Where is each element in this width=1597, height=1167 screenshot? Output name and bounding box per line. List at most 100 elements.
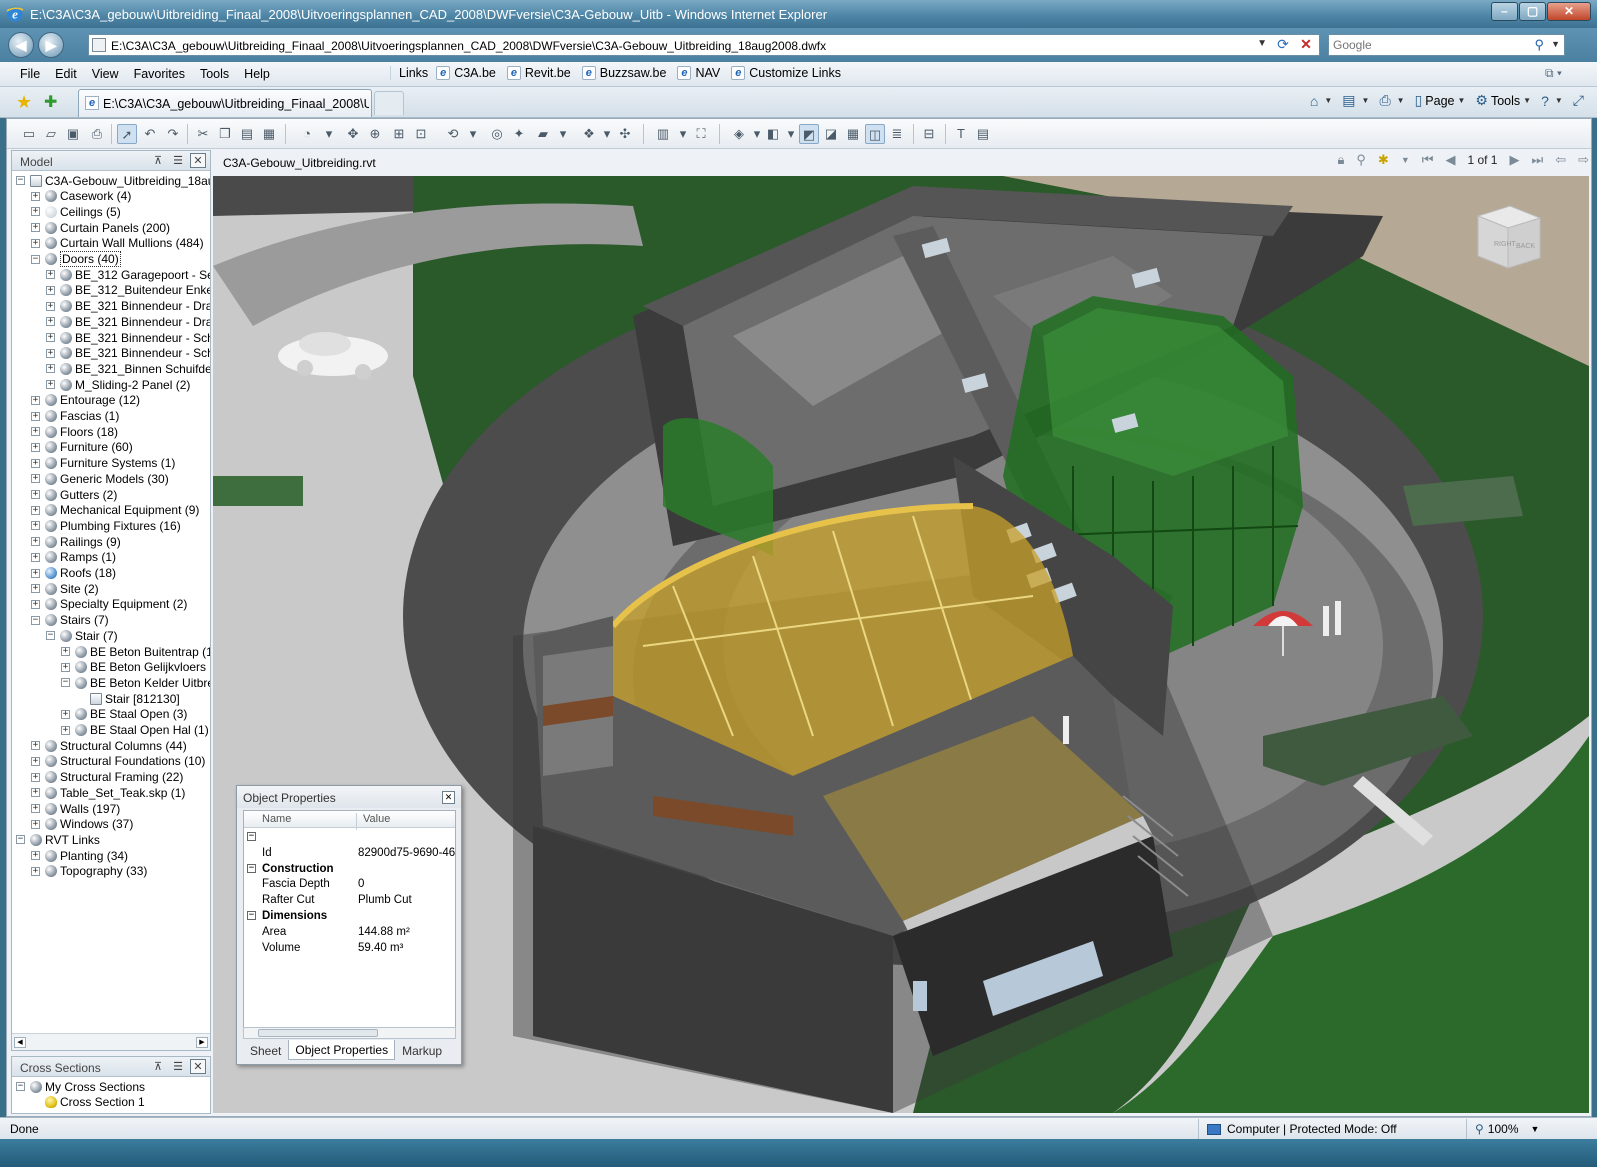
tree-node[interactable]: + BE Beton Buitentrap (1) bbox=[61, 644, 210, 659]
tab-sheet[interactable]: Sheet bbox=[243, 1040, 288, 1060]
new-tab-button[interactable] bbox=[374, 91, 404, 115]
expand-icon[interactable]: + bbox=[31, 207, 40, 217]
page-menu[interactable]: ▯ Page ▼ bbox=[1415, 92, 1466, 109]
tree-node[interactable]: + Floors (18) bbox=[31, 424, 118, 439]
search-icon[interactable]: ⚲ bbox=[1534, 37, 1544, 53]
expand-icon[interactable]: + bbox=[61, 647, 70, 656]
expand-icon[interactable]: + bbox=[46, 364, 55, 374]
tab-object-properties[interactable]: Object Properties bbox=[288, 1040, 396, 1060]
zoom-dropdown-icon[interactable]: ▼ bbox=[1531, 1124, 1540, 1134]
expand-icon[interactable]: + bbox=[31, 756, 40, 766]
tools-menu[interactable]: ⚙ Tools ▼ bbox=[1475, 92, 1531, 109]
collapse-icon[interactable]: − bbox=[31, 615, 40, 625]
menu-tools[interactable]: Tools bbox=[200, 67, 229, 81]
panel-menu-icon[interactable]: ☰ bbox=[170, 153, 186, 168]
layers-icon[interactable]: ≣ bbox=[887, 124, 907, 144]
zoom-control[interactable]: ⚲ 100% ▼ bbox=[1466, 1119, 1539, 1139]
minimize-button[interactable]: – bbox=[1491, 2, 1518, 21]
scroll-right-icon[interactable]: ▶ bbox=[196, 1037, 208, 1048]
browser-tab[interactable]: e E:\C3A\C3A_gebouw\Uitbreiding_Finaal_2… bbox=[78, 89, 372, 117]
tree-node[interactable]: + Topography (33) bbox=[31, 864, 147, 879]
tree-node[interactable]: + Curtain Wall Mullions (484) bbox=[31, 236, 204, 251]
expand-icon[interactable]: + bbox=[46, 301, 55, 311]
text-markup-icon[interactable]: T bbox=[951, 124, 971, 144]
expand-icon[interactable]: + bbox=[46, 333, 55, 342]
research-button[interactable]: ⤢ bbox=[1573, 92, 1587, 109]
tree-node[interactable]: + Structural Foundations (10) bbox=[31, 754, 205, 769]
print-button[interactable]: ⎙ ▼ bbox=[1379, 92, 1404, 109]
next-page-icon[interactable]: ▶ bbox=[1509, 152, 1519, 168]
home-button[interactable]: ⌂ ▼ bbox=[1310, 93, 1332, 109]
expand-icon[interactable]: + bbox=[31, 819, 40, 829]
properties-icon[interactable]: ▤ bbox=[973, 124, 993, 144]
next-view-icon[interactable]: ⇨ bbox=[1578, 152, 1589, 168]
feeds-button[interactable]: ▤ ▼ bbox=[1342, 92, 1369, 109]
search-input[interactable] bbox=[1333, 38, 1523, 52]
tree-node[interactable]: + Gutters (2) bbox=[31, 487, 117, 502]
address-url[interactable]: E:\C3A\C3A_gebouw\Uitbreiding_Finaal_200… bbox=[111, 39, 826, 53]
tree-node[interactable]: + Mechanical Equipment (9) bbox=[31, 503, 199, 518]
orthographic-icon[interactable]: ◪ bbox=[821, 124, 841, 144]
menu-favorites[interactable]: Favorites bbox=[134, 67, 185, 81]
move-rotate-icon[interactable]: ✣ bbox=[615, 124, 635, 144]
tree-node[interactable]: − BE Beton Kelder Uitbreiding bbox=[61, 675, 210, 690]
favorites-star-icon[interactable]: ★ bbox=[16, 92, 32, 113]
tree-node[interactable]: + Furniture Systems (1) bbox=[31, 456, 175, 471]
markup-dropdown-icon[interactable]: ▾ bbox=[319, 124, 339, 144]
perspective-icon[interactable]: ◩ bbox=[799, 124, 819, 144]
horizontal-scrollbar[interactable]: ◀ ▶ bbox=[12, 1033, 210, 1050]
expand-icon[interactable]: + bbox=[31, 788, 40, 798]
tree-node[interactable]: + Structural Columns (44) bbox=[31, 738, 187, 753]
tree-node[interactable]: + BE_321 Binnendeur - Draaiend bbox=[46, 299, 210, 314]
expand-icon[interactable]: + bbox=[46, 285, 55, 295]
measure-icon[interactable]: ⊟ bbox=[919, 124, 939, 144]
section-dropdown-icon[interactable]: ▾ bbox=[553, 124, 573, 144]
maximize-button[interactable]: ▢ bbox=[1519, 2, 1546, 21]
menu-edit[interactable]: Edit bbox=[55, 67, 77, 81]
expand-icon[interactable]: + bbox=[46, 317, 55, 327]
link-buzzsaw[interactable]: e Buzzsaw.be bbox=[581, 66, 666, 80]
property-category[interactable]: − Dimensions bbox=[244, 910, 455, 925]
tree-node[interactable]: + BE_321 Binnendeur - Schuif bbox=[46, 346, 210, 361]
expand-icon[interactable]: + bbox=[31, 804, 40, 813]
property-row[interactable]: Fascia Depth 0 bbox=[244, 878, 455, 893]
properties-scrollbar[interactable] bbox=[243, 1027, 456, 1039]
column-value[interactable]: Value bbox=[356, 813, 390, 830]
clipboard-icon[interactable]: ▦ bbox=[259, 124, 279, 144]
stop-icon[interactable]: ✕ bbox=[1296, 36, 1316, 54]
tree-node[interactable]: + BE_321_Binnen Schuifdeur in bbox=[46, 361, 210, 376]
zoom-rectangle-icon[interactable]: ⊞ bbox=[389, 124, 409, 144]
previous-view-icon[interactable]: ⇦ bbox=[1555, 152, 1566, 168]
orbit-dropdown-icon[interactable]: ▾ bbox=[463, 124, 483, 144]
link-revit[interactable]: e Revit.be bbox=[506, 66, 571, 80]
tree-node[interactable]: + Casework (4) bbox=[31, 189, 131, 204]
expand-icon[interactable]: + bbox=[31, 599, 40, 609]
expand-icon[interactable]: + bbox=[31, 851, 40, 861]
last-page-icon[interactable]: ⏭ bbox=[1531, 152, 1543, 168]
transparency-icon[interactable]: ◫ bbox=[865, 124, 885, 144]
light-bulb-icon[interactable]: ✱ bbox=[1378, 152, 1389, 168]
expand-icon[interactable]: + bbox=[31, 223, 40, 233]
tab-markup[interactable]: Markup bbox=[395, 1040, 449, 1060]
pin-icon[interactable]: ⊼ bbox=[150, 1059, 166, 1074]
tree-node[interactable]: + Furniture (60) bbox=[31, 440, 133, 455]
full-screen-icon[interactable]: ⛶ bbox=[691, 124, 711, 144]
expand-icon[interactable]: + bbox=[31, 772, 40, 782]
property-row[interactable]: Id 82900d75-9690-46aa bbox=[244, 847, 455, 862]
expand-icon[interactable]: + bbox=[61, 725, 70, 735]
expand-icon[interactable]: + bbox=[31, 521, 40, 531]
back-button[interactable]: ◀ bbox=[8, 32, 34, 58]
expand-icon[interactable]: + bbox=[31, 238, 40, 248]
expand-icon[interactable]: + bbox=[31, 866, 40, 876]
walk-icon[interactable]: ◎ bbox=[487, 124, 507, 144]
print-icon[interactable]: ⎙ bbox=[87, 124, 107, 144]
shading-icon[interactable]: ◧ bbox=[763, 124, 783, 144]
tree-node[interactable]: − Doors (40) bbox=[31, 251, 121, 267]
markup-icon[interactable]: ◔ bbox=[297, 124, 317, 144]
tree-node[interactable]: + Planting (34) bbox=[31, 848, 128, 863]
tree-node[interactable]: + BE_312_Buitendeur Enkel (2) bbox=[46, 283, 210, 298]
tree-node[interactable]: + Railings (9) bbox=[31, 534, 121, 549]
tree-node[interactable]: + Windows (37) bbox=[31, 817, 133, 832]
scroll-left-icon[interactable]: ◀ bbox=[14, 1037, 26, 1048]
tree-node[interactable]: + Entourage (12) bbox=[31, 393, 140, 408]
